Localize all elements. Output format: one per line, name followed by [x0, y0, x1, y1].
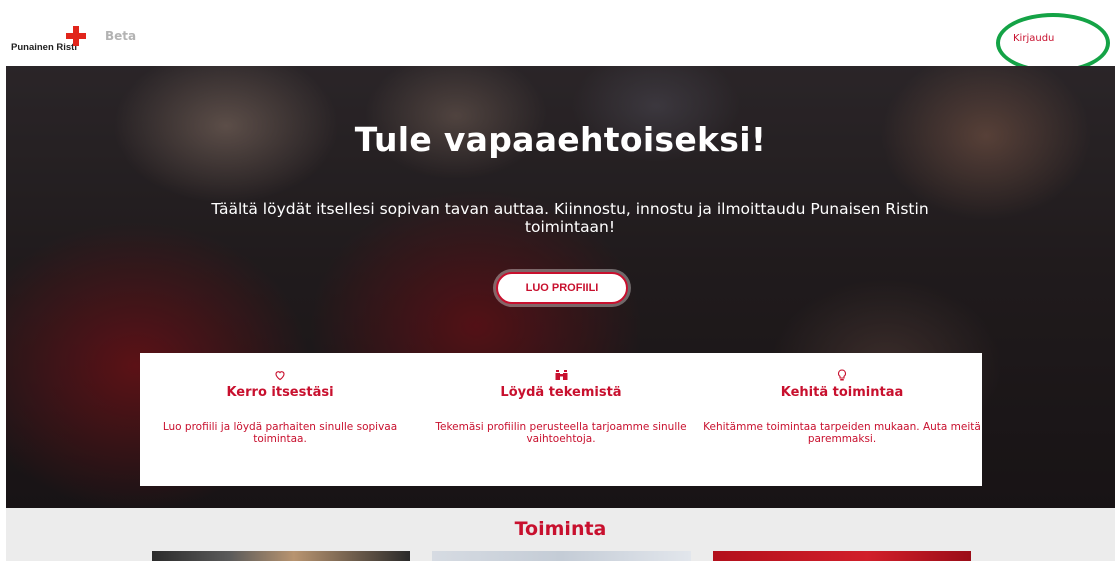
hero-title: Tule vapaaehtoiseksi!: [354, 120, 767, 159]
binoculars-icon: [421, 369, 701, 383]
feature-find-activity: Löydä tekemistä Tekemäsi profiilin perus…: [421, 353, 701, 486]
create-profile-button[interactable]: LUO PROFIILI: [496, 272, 628, 304]
features-panel: Kerro itsestäsi Luo profiili ja löydä pa…: [140, 353, 982, 486]
feature-title: Kerro itsestäsi: [226, 385, 334, 400]
feature-title: Kehitä toimintaa: [780, 385, 904, 400]
feature-text: Tekemäsi profiilin perusteella tarjoamme…: [435, 421, 687, 445]
activity-card-image[interactable]: [713, 551, 971, 561]
lightbulb-icon: [702, 369, 982, 383]
activity-card-image[interactable]: [152, 551, 410, 561]
beta-label: Beta: [105, 29, 137, 43]
punainen-risti-logo[interactable]: Punainen Risti: [11, 26, 91, 53]
hero-subtitle: Täältä löydät itsellesi sopivan tavan au…: [211, 200, 929, 236]
activity-section: Toiminta: [6, 508, 1115, 561]
feature-title: Löydä tekemistä: [500, 385, 622, 400]
feature-develop-activity: Kehitä toimintaa Kehitämme toimintaa tar…: [702, 353, 982, 486]
feature-text: Luo profiili ja löydä parhaiten sinulle …: [162, 421, 398, 445]
section-title: Toiminta: [514, 518, 607, 540]
activity-card-image[interactable]: [432, 551, 691, 561]
login-link[interactable]: Kirjaudu: [1013, 33, 1054, 44]
site-header: Punainen Risti Beta Kirjaudu: [0, 0, 1118, 73]
feature-tell-about-yourself: Kerro itsestäsi Luo profiili ja löydä pa…: [140, 353, 420, 486]
feature-text: Kehitämme toimintaa tarpeiden mukaan. Au…: [703, 421, 981, 445]
heart-icon: [140, 369, 420, 383]
red-cross-icon: [66, 26, 86, 46]
